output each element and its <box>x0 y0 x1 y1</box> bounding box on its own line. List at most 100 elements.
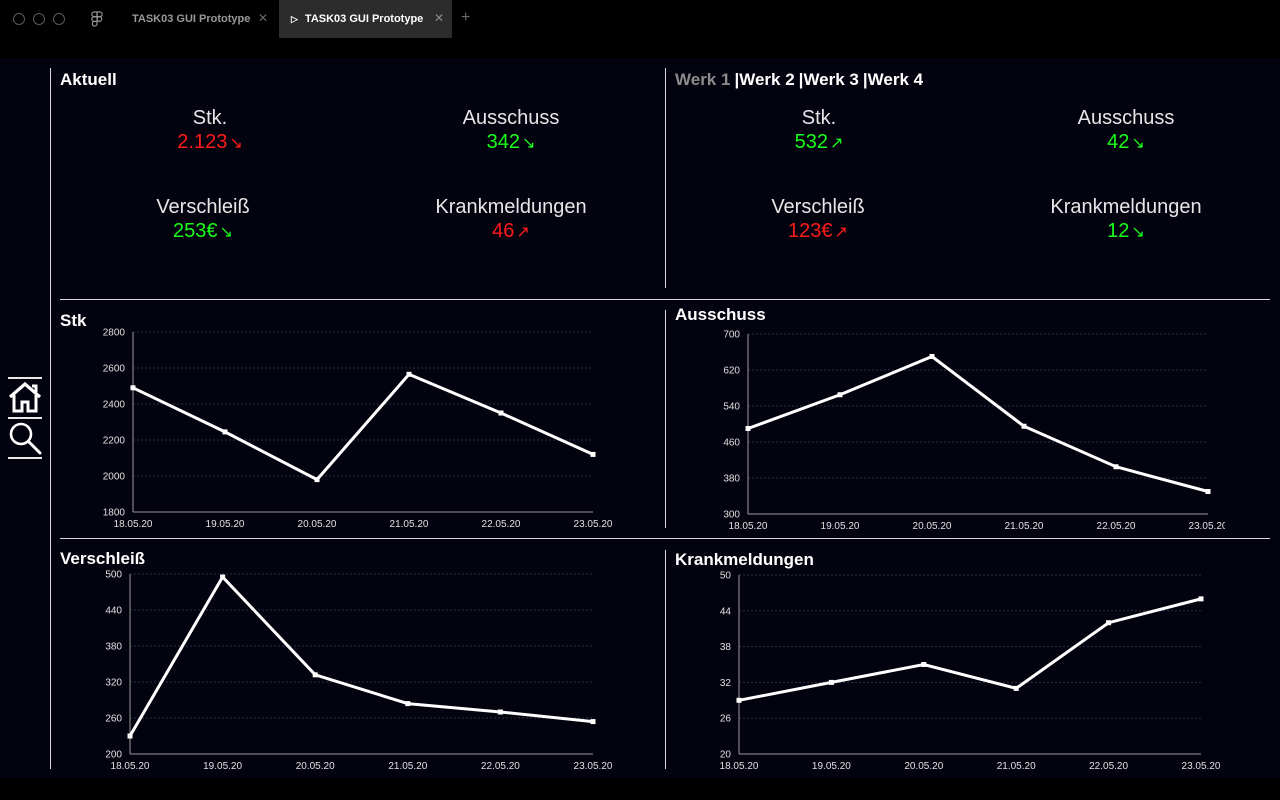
data-point <box>497 709 503 715</box>
trend-arrow-icon: ↘ <box>1131 224 1145 241</box>
chart-row-divider <box>60 538 1270 539</box>
y-tick-label: 26 <box>720 714 732 725</box>
kpi-ausschuss-aktuell: Ausschuss 342 ↘ <box>391 106 631 156</box>
data-point <box>1021 423 1027 429</box>
data-point <box>1113 464 1119 470</box>
kpi-label: Stk. <box>192 107 228 129</box>
x-tick-label: 21.05.20 <box>388 761 427 772</box>
x-tick-label: 20.05.20 <box>904 761 943 772</box>
data-point <box>921 662 927 667</box>
tab-werk-4[interactable]: Werk 4 <box>868 70 923 89</box>
krankmeldungen-line-chart: 20 26 32 38 44 50 18.05.20 19.05.20 20.05.20 21.0… <box>720 571 1221 773</box>
kpi-value: 2.123 ↘ <box>177 131 243 153</box>
y-tick-label: 38 <box>720 642 732 653</box>
kpi-value: 46 ↗ <box>492 220 530 242</box>
x-tick-label: 18.05.20 <box>114 519 153 530</box>
y-tick-label: 44 <box>720 606 732 617</box>
close-window-button[interactable] <box>13 13 25 25</box>
tab-werk-1[interactable]: Werk 1 <box>675 70 730 89</box>
search-icon[interactable] <box>8 421 42 455</box>
x-tick-label: 18.05.20 <box>720 761 759 772</box>
data-point <box>314 477 320 483</box>
data-point <box>590 451 596 457</box>
tab-task03-active[interactable]: ▷ TASK03 GUI Prototype ✕ <box>279 0 452 38</box>
x-tick-label: 23.05.20 <box>574 519 613 530</box>
data-point <box>127 733 133 739</box>
x-tick-label: 22.05.20 <box>482 519 521 530</box>
kpi-krankmeldungen-aktuell: Krankmeldungen 46 ↗ <box>391 195 631 245</box>
x-tick-label: 20.05.20 <box>913 521 952 530</box>
data-point <box>312 672 318 678</box>
x-tick-label: 18.05.20 <box>111 761 150 772</box>
kpi-value: 42 ↘ <box>1107 131 1145 153</box>
chart-title-ausschuss: Ausschuss <box>675 305 766 324</box>
sidebar-separator <box>50 68 51 769</box>
minimize-window-button[interactable] <box>33 13 45 25</box>
aktuell-title: Aktuell <box>60 70 117 89</box>
y-tick-label: 2400 <box>103 400 126 411</box>
home-icon[interactable] <box>8 380 42 414</box>
y-tick-label: 2000 <box>103 472 126 483</box>
y-tick-label: 700 <box>723 330 740 341</box>
close-tab-icon[interactable]: ✕ <box>258 11 268 25</box>
trend-arrow-icon: ↘ <box>521 135 536 152</box>
x-tick-label: 21.05.20 <box>390 519 429 530</box>
data-point <box>828 679 834 685</box>
y-tick-label: 380 <box>723 474 740 485</box>
tab-werk-3[interactable]: Werk 3 <box>803 70 858 89</box>
y-tick-label: 440 <box>105 606 122 617</box>
data-point <box>1013 685 1019 691</box>
data-point <box>929 354 935 359</box>
close-tab-icon[interactable]: ✕ <box>434 11 444 25</box>
x-tick-label: 23.05.20 <box>574 761 613 772</box>
kpi-label: Krankmeldungen <box>435 196 587 218</box>
trend-arrow-icon: ↗ <box>829 135 844 152</box>
chart-title-verschleiss: Verschleiß <box>60 549 146 568</box>
x-tick-label: 20.05.20 <box>298 519 337 530</box>
y-tick-label: 320 <box>105 678 122 689</box>
kpi-value: 342 ↘ <box>486 131 536 153</box>
tab-label: TASK03 GUI Prototype <box>132 13 251 25</box>
kpi-label: Verschleiß <box>771 196 865 218</box>
kpi-value: 532 ↗ <box>794 131 844 153</box>
data-point <box>405 701 411 707</box>
y-tick-label: 2600 <box>103 364 126 375</box>
x-tick-label: 22.05.20 <box>481 761 520 772</box>
trend-arrow-icon: ↘ <box>219 224 233 241</box>
y-tick-label: 20 <box>720 750 732 761</box>
kpi-verschleiss-werk: Verschleiß 123€ ↗ <box>698 195 938 245</box>
kpi-stueck-aktuell: Stk. 2.123 ↘ <box>90 106 330 156</box>
new-tab-icon[interactable]: + <box>461 9 470 27</box>
trend-arrow-icon: ↘ <box>229 135 243 152</box>
kpi-krankmeldungen-werk: Krankmeldungen 12 ↘ <box>1006 195 1246 245</box>
y-tick-label: 460 <box>723 438 740 449</box>
y-tick-label: 2200 <box>103 436 126 447</box>
trend-arrow-icon: ↘ <box>1131 135 1145 152</box>
y-tick-label: 32 <box>720 678 732 689</box>
x-tick-label: 23.05.20 <box>1189 521 1225 530</box>
y-tick-label: 2800 <box>103 328 126 339</box>
kpi-label: Ausschuss <box>1077 107 1175 129</box>
y-tick-label: 380 <box>105 642 122 653</box>
kpi-stueck-werk: Stk. 532 ↗ <box>699 106 939 156</box>
series-line <box>128 574 594 737</box>
data-point <box>1205 489 1211 494</box>
tab-task03-inactive[interactable]: TASK03 GUI Prototype ✕ <box>120 0 276 38</box>
x-tick-label: 19.05.20 <box>206 519 245 530</box>
x-tick-label: 22.05.20 <box>1089 761 1128 772</box>
maximize-window-button[interactable] <box>53 13 65 25</box>
x-tick-label: 23.05.20 <box>1182 761 1221 772</box>
stk-line-chart: 1800 2000 2200 2400 2600 2800 18.05.20 19.05.20… <box>103 328 613 531</box>
x-tick-label: 19.05.20 <box>203 761 242 772</box>
figma-icon[interactable] <box>91 11 103 28</box>
series-line <box>747 354 1209 493</box>
play-icon: ▷ <box>291 13 298 24</box>
x-tick-label: 22.05.20 <box>1097 521 1136 530</box>
sidebar-divider <box>8 377 42 379</box>
data-point <box>1106 620 1112 626</box>
y-tick-label: 260 <box>105 714 122 725</box>
data-point <box>745 426 751 431</box>
kpi-value: 253€ ↘ <box>173 220 233 242</box>
tab-werk-2[interactable]: Werk 2 <box>739 70 794 89</box>
trend-arrow-icon: ↗ <box>516 224 530 241</box>
